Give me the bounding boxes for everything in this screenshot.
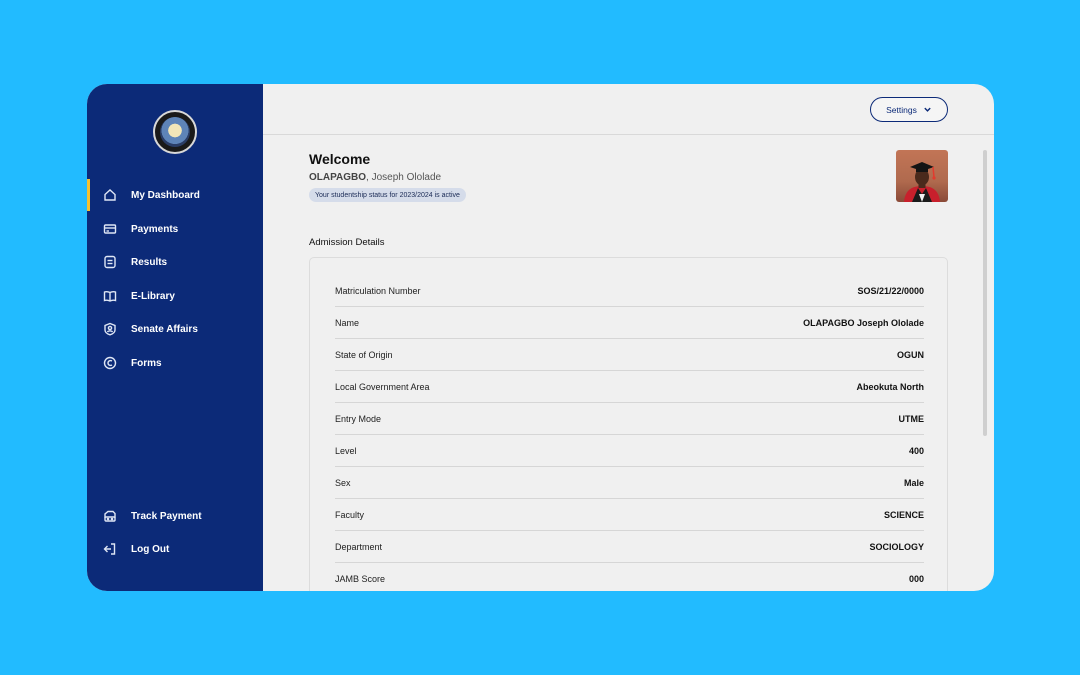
status-badge: Your studentship status for 2023/2024 is…: [309, 188, 466, 202]
row-value: Abeokuta North: [856, 381, 925, 392]
sidebar-item-e-library[interactable]: E-Library: [87, 280, 263, 312]
table-row: Matriculation Number SOS/21/22/0000: [335, 275, 924, 307]
row-value: UTME: [898, 413, 925, 424]
table-row: Level 400: [335, 435, 924, 467]
form-icon: [103, 356, 117, 370]
sidebar-item-label: Track Payment: [131, 510, 202, 522]
row-label: Department: [335, 541, 383, 552]
logout-icon: [103, 542, 117, 556]
row-label: JAMB Score: [335, 574, 386, 584]
sidebar-item-results[interactable]: Results: [87, 246, 263, 278]
table-row: JAMB Score 000: [335, 563, 924, 591]
row-label: Level: [335, 445, 357, 456]
section-title-admission: Admission Details: [309, 237, 385, 248]
row-value: 000: [908, 574, 924, 584]
sidebar-item-payments[interactable]: Payments: [87, 213, 263, 245]
row-value: SOCIOLOGY: [869, 541, 924, 552]
top-bar: Settings: [263, 84, 994, 135]
table-row: Local Government Area Abeokuta North: [335, 371, 924, 403]
book-icon: [103, 289, 117, 303]
row-value: SCIENCE: [883, 509, 924, 520]
scrollbar[interactable]: [983, 150, 987, 436]
row-label: Local Government Area: [335, 381, 430, 392]
row-label: Name: [335, 317, 360, 328]
table-row: Name OLAPAGBO Joseph Ololade: [335, 307, 924, 339]
student-name: OLAPAGBO, Joseph Ololade: [309, 172, 441, 183]
table-row: Faculty SCIENCE: [335, 499, 924, 531]
sidebar-item-label: Log Out: [131, 543, 170, 555]
home-icon: [103, 188, 117, 202]
sidebar-item-label: Senate Affairs: [131, 323, 198, 335]
avatar: [896, 150, 948, 202]
sidebar-item-label: My Dashboard: [131, 189, 200, 201]
student-surname: OLAPAGBO: [309, 172, 367, 183]
row-value: SOS/21/22/0000: [857, 285, 924, 296]
row-label: Faculty: [335, 509, 365, 520]
sidebar: My Dashboard Payments Results E-Library …: [87, 84, 263, 591]
table-row: Department SOCIOLOGY: [335, 531, 924, 563]
sidebar-item-forms[interactable]: Forms: [87, 347, 263, 379]
main-content: Settings Welcome OLAPAGBO, Joseph Ololad…: [263, 84, 994, 591]
row-value: OGUN: [897, 349, 924, 360]
sidebar-item-label: Payments: [131, 223, 179, 235]
chevron-down-icon: [924, 107, 931, 112]
table-row: State of Origin OGUN: [335, 339, 924, 371]
sidebar-item-track-payment[interactable]: Track Payment: [87, 500, 263, 532]
credit-card-icon: [103, 222, 117, 236]
table-row: Sex Male: [335, 467, 924, 499]
document-icon: [103, 255, 117, 269]
sidebar-item-dashboard[interactable]: My Dashboard: [87, 179, 263, 211]
row-label: Sex: [335, 477, 351, 488]
university-logo: [153, 110, 197, 154]
track-payment-icon: [103, 509, 117, 523]
sidebar-item-label: Results: [131, 256, 168, 268]
row-value: Male: [903, 477, 924, 488]
app-window: My Dashboard Payments Results E-Library …: [87, 84, 994, 591]
settings-label: Settings: [886, 104, 917, 115]
sidebar-item-label: Forms: [131, 357, 162, 369]
user-badge-icon: [103, 322, 117, 336]
row-label: State of Origin: [335, 349, 393, 360]
sidebar-item-senate-affairs[interactable]: Senate Affairs: [87, 313, 263, 345]
sidebar-item-log-out[interactable]: Log Out: [87, 533, 263, 565]
student-other-names: , Joseph Ololade: [366, 172, 442, 183]
settings-button[interactable]: Settings: [870, 97, 948, 122]
table-row: Entry Mode UTME: [335, 403, 924, 435]
admission-details-card: Matriculation Number SOS/21/22/0000 Name…: [309, 257, 948, 591]
row-value: 400: [908, 445, 924, 456]
row-label: Matriculation Number: [335, 285, 421, 296]
row-label: Entry Mode: [335, 413, 382, 424]
row-value: OLAPAGBO Joseph Ololade: [803, 317, 924, 328]
sidebar-item-label: E-Library: [131, 290, 175, 302]
welcome-title: Welcome: [309, 151, 371, 167]
